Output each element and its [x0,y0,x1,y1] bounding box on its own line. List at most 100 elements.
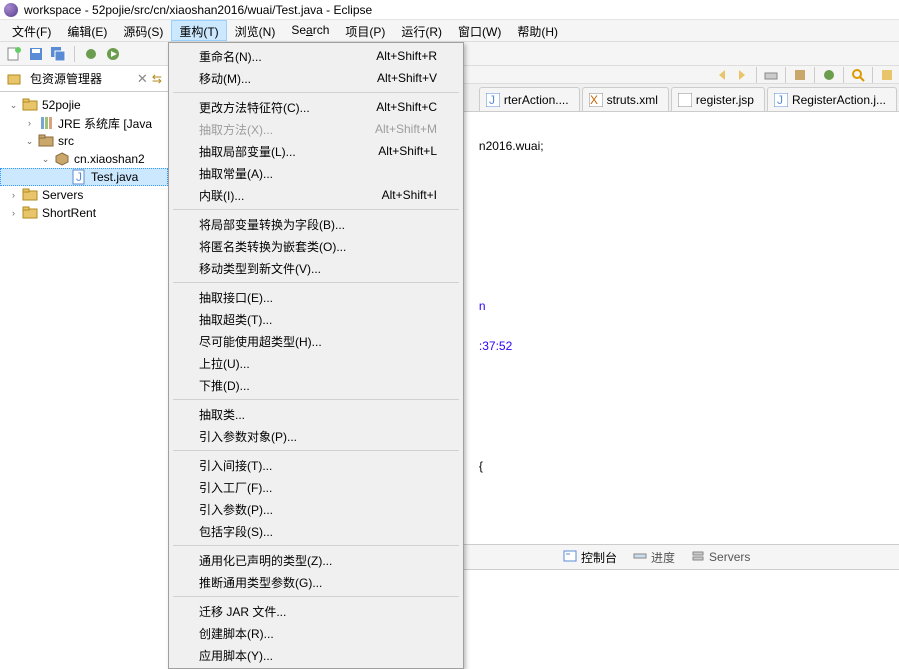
refactor-menu-item[interactable]: 移动类型到新文件(V)... [171,257,461,279]
tree-label: 52pojie [42,98,81,112]
menu-item-label: 推断通用类型参数(G)... [199,574,322,591]
srcfolder-icon [38,133,54,149]
refactor-menu-item[interactable]: 应用脚本(Y)... [171,644,461,666]
toggle-mark-icon[interactable] [879,67,895,83]
tree-row[interactable]: ⌄ cn.xiaoshan2 [0,150,168,168]
refactor-menu-item[interactable]: 尽可能使用超类型(H)... [171,330,461,352]
package-explorer-tree[interactable]: ⌄52pojie›JRE 系统库 [Java⌄src⌄cn.xiaoshan2J… [0,92,168,226]
refactor-menu-item[interactable]: 将局部变量转换为字段(B)... [171,213,461,235]
editor-tab[interactable]: J rterAction.... [479,87,580,111]
menu-item-label: 将局部变量转换为字段(B)... [199,216,345,233]
menu-window[interactable]: 窗口(W) [450,20,509,41]
nav-back-icon[interactable] [714,67,730,83]
menu-run[interactable]: 运行(R) [393,20,450,41]
search-icon[interactable] [850,67,866,83]
tree-row[interactable]: › JRE 系统库 [Java [0,114,168,132]
menu-file[interactable]: 文件(F) [4,20,59,41]
refactor-menu-item[interactable]: 下推(D)... [171,374,461,396]
refactor-menu-item[interactable]: 通用化已声明的类型(Z)... [171,549,461,571]
refactor-menu-item[interactable]: 上拉(U)... [171,352,461,374]
refactor-menu-item[interactable]: 抽取局部变量(L)...Alt+Shift+L [171,140,461,162]
tree-label: cn.xiaoshan2 [74,152,145,166]
refactor-menu-item[interactable]: 更改方法特征符(C)...Alt+Shift+C [171,96,461,118]
run-icon[interactable] [105,46,121,62]
twisty-closed-icon[interactable]: › [24,118,35,129]
refactor-menu-item[interactable]: 引入工厂(F)... [171,476,461,498]
editor-tab-label: RegisterAction.j... [792,93,886,107]
menu-item-label: 下推(D)... [199,377,250,394]
tree-label: JRE 系统库 [Java [58,115,152,132]
twisty-open-icon[interactable]: ⌄ [40,154,51,165]
java-icon: J [71,169,87,185]
menu-refactor[interactable]: 重构(T) [171,20,226,41]
menu-item-label: 抽取常量(A)... [199,165,273,182]
new-package-icon[interactable] [792,67,808,83]
menu-source[interactable]: 源码(S) [115,20,171,41]
refactor-menu-item[interactable]: 迁移 JAR 文件... [171,600,461,622]
editor-tab[interactable]: J RegisterAction.j... [767,87,897,111]
refactor-menu-item[interactable]: 重命名(N)...Alt+Shift+R [171,45,461,67]
refactor-dropdown-menu: 重命名(N)...Alt+Shift+R移动(M)...Alt+Shift+V 更… [168,42,464,669]
refactor-menu-item[interactable]: 推断通用类型参数(G)... [171,571,461,593]
refactor-menu-item[interactable]: 包括字段(S)... [171,520,461,542]
editor-tab[interactable]: X struts.xml [582,87,669,111]
menu-item-shortcut: Alt+Shift+L [378,144,437,158]
twisty-open-icon[interactable]: ⌄ [24,136,35,147]
twisty-closed-icon[interactable]: › [8,208,19,219]
link-with-editor-icon[interactable]: ⇆ [152,72,162,86]
tree-row[interactable]: JTest.java [0,168,168,186]
refactor-menu-item[interactable]: 移动(M)...Alt+Shift+V [171,67,461,89]
open-type-icon[interactable] [821,67,837,83]
view-tab-progress[interactable]: 进度 [633,549,675,566]
proj-icon [22,205,38,221]
refactor-menu-item[interactable]: 将匿名类转换为嵌套类(O)... [171,235,461,257]
menu-item-label: 内联(I)... [199,187,244,204]
refactor-menu-item[interactable]: 引入间接(T)... [171,454,461,476]
menu-item-label: 上拉(U)... [199,355,250,372]
refactor-menu-item[interactable]: 创建脚本(R)... [171,622,461,644]
close-icon[interactable]: ✕ [137,71,148,87]
menu-item-label: 抽取类... [199,406,245,423]
editor-tab-label: rterAction.... [504,93,569,107]
refactor-menu-item[interactable]: 抽取常量(A)... [171,162,461,184]
menu-help[interactable]: 帮助(H) [509,20,566,41]
twisty-closed-icon[interactable]: › [8,190,19,201]
refactor-menu-item[interactable]: 抽取超类(T)... [171,308,461,330]
refactor-menu-item[interactable]: 内联(I)...Alt+Shift+I [171,184,461,206]
servers-icon [691,549,705,566]
refactor-menu-item[interactable]: 引入参数对象(P)... [171,425,461,447]
window-title: workspace - 52pojie/src/cn/xiaoshan2016/… [24,3,372,17]
menu-item-label: 通用化已声明的类型(Z)... [199,552,332,569]
tree-row[interactable]: ⌄src [0,132,168,150]
menu-navigate[interactable]: 浏览(N) [227,20,284,41]
view-tab-label: 控制台 [581,549,617,566]
tree-row[interactable]: ›Servers [0,186,168,204]
save-icon[interactable] [28,46,44,62]
menu-item-label: 将匿名类转换为嵌套类(O)... [199,238,346,255]
debug-icon[interactable] [83,46,99,62]
view-tab-console[interactable]: 控制台 [563,549,617,566]
editor-tab-label: register.jsp [696,93,754,107]
new-server-icon[interactable] [763,67,779,83]
svg-text:J: J [489,93,495,107]
menu-separator [173,545,459,546]
nav-fwd-icon[interactable] [734,67,750,83]
twisty-none [57,172,68,183]
console-icon [563,549,577,566]
save-all-icon[interactable] [50,46,66,62]
menu-search[interactable]: Search [283,20,337,41]
tree-row[interactable]: ⌄ 52pojie [0,96,168,114]
refactor-menu-item[interactable]: 抽取类... [171,403,461,425]
refactor-menu-item[interactable]: 抽取接口(E)... [171,286,461,308]
view-tab-servers[interactable]: Servers [691,549,750,566]
twisty-open-icon[interactable]: ⌄ [8,100,19,111]
tree-row[interactable]: ›ShortRent [0,204,168,222]
menu-edit[interactable]: 编辑(E) [59,20,115,41]
new-icon[interactable] [6,46,22,62]
menu-separator [173,209,459,210]
menu-item-shortcut: Alt+Shift+M [375,122,437,136]
java-file-icon: J [486,93,500,107]
menu-project[interactable]: 项目(P) [337,20,393,41]
editor-tab[interactable]: register.jsp [671,87,765,111]
refactor-menu-item[interactable]: 引入参数(P)... [171,498,461,520]
